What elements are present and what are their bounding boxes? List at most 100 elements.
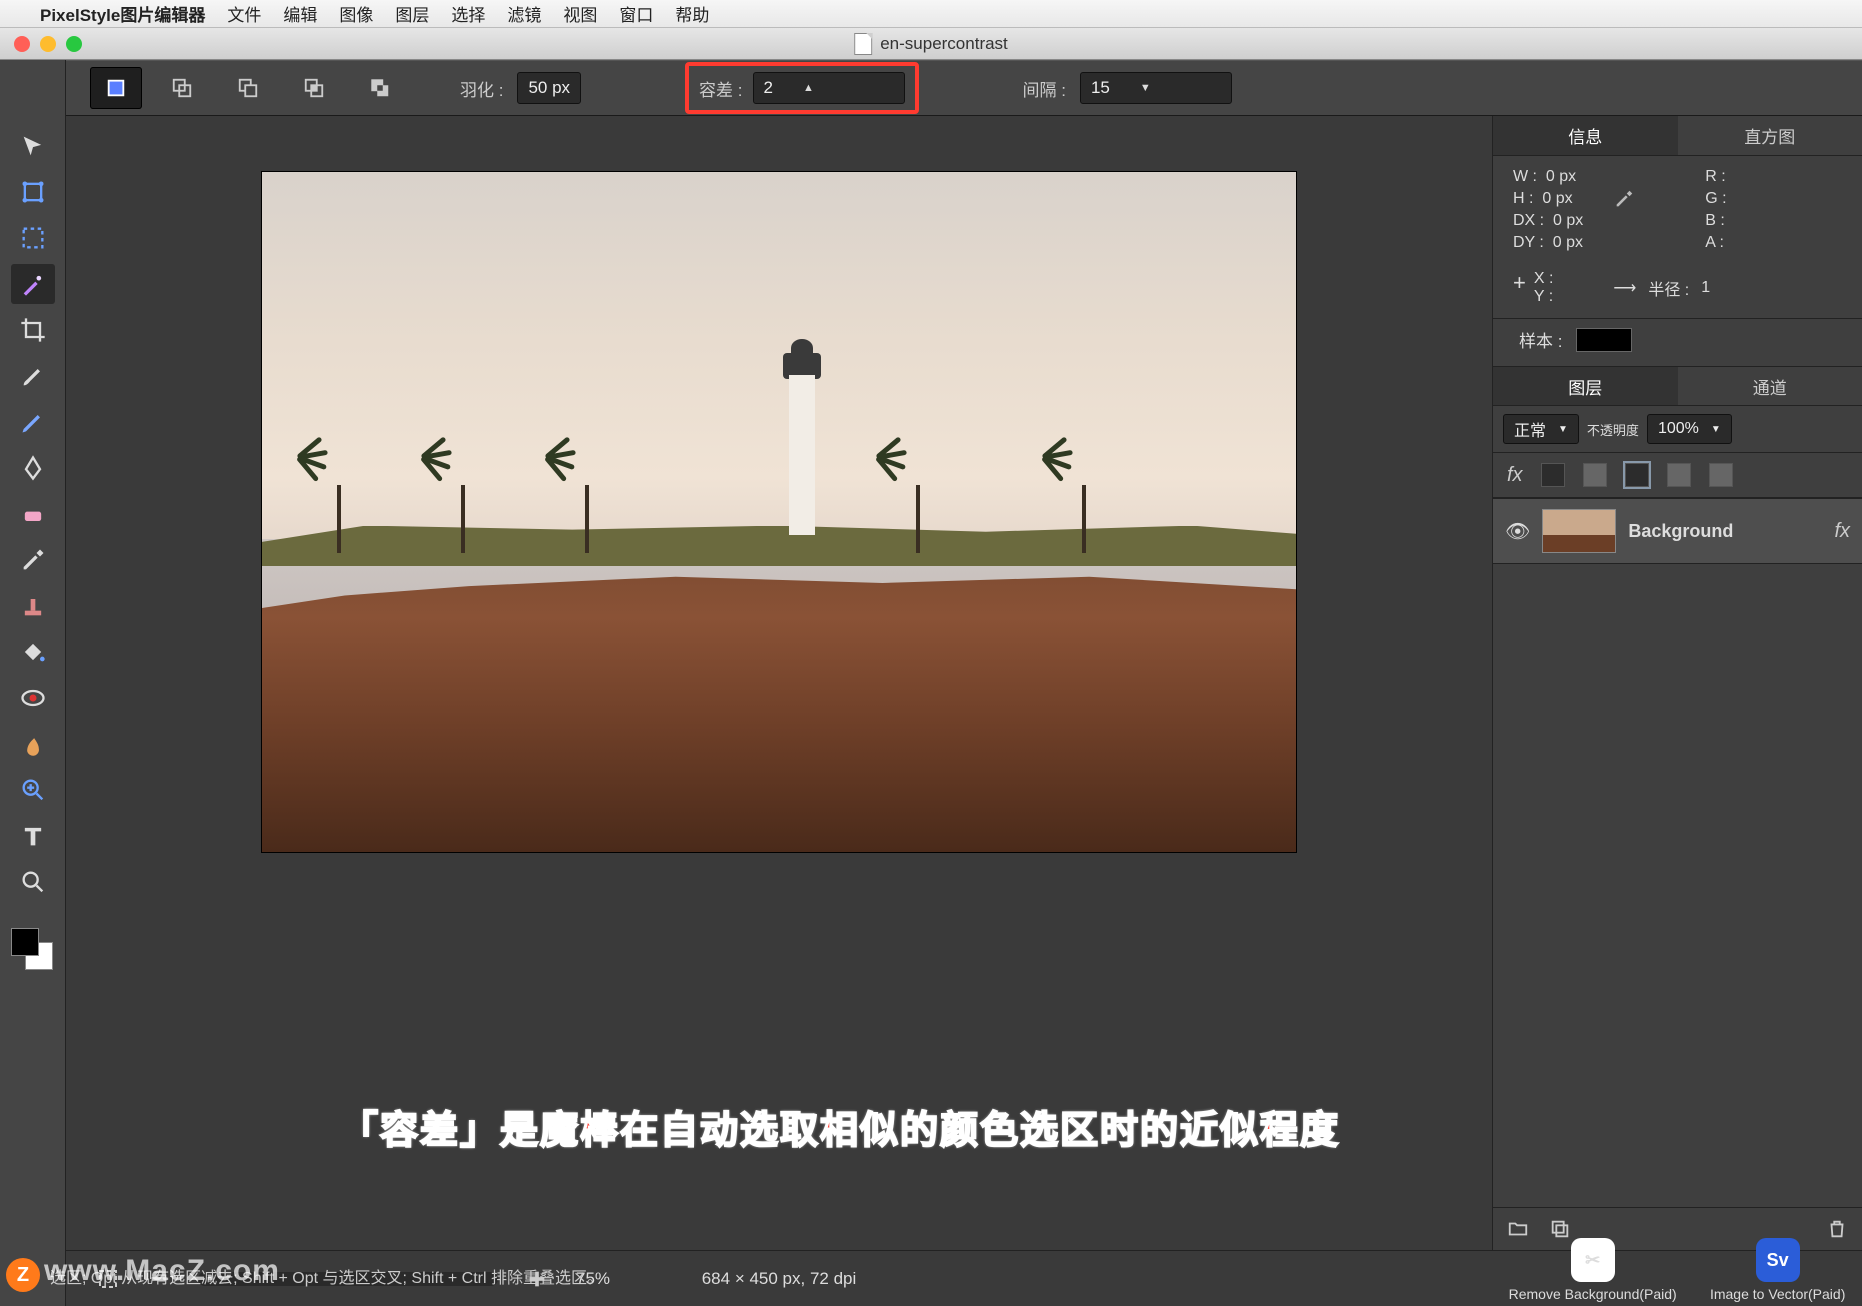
minimize-button[interactable] [40,36,56,52]
fx-icon[interactable]: fx [1507,464,1523,487]
zoom-out-tool[interactable] [11,862,55,902]
layer-fx-label[interactable]: fx [1834,520,1850,543]
stepper-down-icon[interactable]: ▼ [1140,82,1151,94]
selection-mode-add[interactable] [156,67,208,109]
feather-value: 50 px [528,78,570,98]
menubar[interactable]: PixelStyle图片编辑器 文件 编辑 图像 图层 选择 滤镜 视图 窗口 … [0,0,1862,28]
mask-slot-3[interactable] [1625,463,1649,487]
watermark-badge: Z [6,1258,40,1292]
mask-slot-4[interactable] [1667,463,1691,487]
window-titlebar: en-supercontrast [0,28,1862,60]
menu-image[interactable]: 图像 [339,1,373,26]
tool-palette [0,60,66,1306]
canvas-dimensions: 684 × 450 px, 72 dpi [702,1269,857,1289]
tolerance-highlight: 容差 : 2 ▲ [685,62,918,114]
smudge-tool[interactable] [11,724,55,764]
layer-fx-row: fx [1493,453,1862,498]
document-icon [854,33,872,55]
menu-select[interactable]: 选择 [451,1,485,26]
eyedropper-tool[interactable] [11,540,55,580]
feather-label: 羽化 : [460,76,503,101]
right-panels: 信息 直方图 W : 0 px H : 0 px DX : 0 px DY : … [1492,116,1862,1250]
menu-filter[interactable]: 滤镜 [507,1,541,26]
mask-slot-1[interactable] [1541,463,1565,487]
menu-layer[interactable]: 图层 [395,1,429,26]
transform-tool[interactable] [11,172,55,212]
radius-arrow-icon: ⟶ [1613,278,1636,298]
visibility-icon[interactable]: 👁 [1505,519,1530,544]
ext-remove-bg[interactable]: ✂︎ Remove Background(Paid) [1509,1238,1677,1302]
document-title: en-supercontrast [854,33,1008,55]
tolerance-label: 容差 : [699,76,742,101]
brush-tool[interactable] [11,356,55,396]
tab-info[interactable]: 信息 [1493,116,1678,155]
pencil-tool[interactable] [11,402,55,442]
blend-mode-select[interactable]: 正常▼ [1503,414,1579,444]
selection-mode-exclude[interactable] [354,67,406,109]
trash-icon[interactable] [1826,1218,1848,1240]
bucket-tool[interactable] [11,632,55,672]
opacity-input[interactable]: 100%▼ [1647,414,1732,444]
stepper-up-icon[interactable]: ▲ [803,82,814,94]
layer-thumbnail[interactable] [1542,509,1616,553]
scissors-icon: ✂︎ [1571,1238,1615,1282]
feather-input[interactable]: 50 px [517,72,581,104]
menu-help[interactable]: 帮助 [675,1,709,26]
tab-layers[interactable]: 图层 [1493,367,1678,405]
crop-tool[interactable] [11,310,55,350]
tab-histogram[interactable]: 直方图 [1678,116,1862,155]
text-tool[interactable] [11,816,55,856]
selection-mode-intersect[interactable] [288,67,340,109]
sample-swatch[interactable] [1576,328,1632,352]
tab-channels[interactable]: 通道 [1678,367,1862,405]
mask-slot-5[interactable] [1709,463,1733,487]
sv-icon: Sv [1756,1238,1800,1282]
move-tool[interactable] [11,126,55,166]
canvas-area: 「容差」是魔棒在自动选取相似的颜色选区时的近似程度 [66,116,1492,1250]
layer-name[interactable]: Background [1628,521,1733,542]
opacity-label: 不透明度 [1587,420,1639,439]
sample-label: 样本 : [1519,327,1562,352]
stamp-tool[interactable] [11,586,55,626]
info-tabs: 信息 直方图 [1493,116,1862,156]
redeye-tool[interactable] [11,678,55,718]
radius-label: 半径 : [1648,276,1689,300]
tolerance-input[interactable]: 2 ▲ [753,72,905,104]
close-button[interactable] [14,36,30,52]
plus-icon: + [1513,270,1526,306]
extensions-row: ✂︎ Remove Background(Paid) Sv Image to V… [1492,1250,1862,1306]
menu-window[interactable]: 窗口 [619,1,653,26]
watermark: www.MacZ.com [44,1254,280,1288]
gap-label: 间隔 : [1023,76,1066,101]
zoom-button[interactable] [66,36,82,52]
fg-color[interactable] [11,928,39,956]
app-name[interactable]: PixelStyle图片编辑器 [40,1,205,26]
options-bar: 羽化 : 50 px 容差 : 2 ▲ 间隔 : 15 ▼ [0,60,1862,116]
radius-value: 1 [1701,279,1710,297]
eyedropper-icon [1613,188,1635,210]
eraser-tool[interactable] [11,494,55,534]
color-swatches[interactable] [11,928,55,972]
marquee-tool[interactable] [11,218,55,258]
folder-icon[interactable] [1507,1218,1529,1240]
tolerance-value: 2 [764,78,773,98]
canvas[interactable] [262,172,1296,852]
selection-mode-subtract[interactable] [222,67,274,109]
document-name: en-supercontrast [880,34,1008,54]
gap-value: 15 [1091,78,1110,98]
duplicate-icon[interactable] [1549,1218,1571,1240]
selection-mode-new[interactable] [90,67,142,109]
annotation-text: 「容差」是魔棒在自动选取相似的颜色选区时的近似程度 [340,1099,1340,1154]
layer-item[interactable]: 👁 Background fx [1493,498,1862,564]
zoom-tool[interactable] [11,770,55,810]
gap-input[interactable]: 15 ▼ [1080,72,1232,104]
sample-row: 样本 : [1493,319,1862,366]
pen-tool[interactable] [11,448,55,488]
menu-edit[interactable]: 编辑 [283,1,317,26]
mask-slot-2[interactable] [1583,463,1607,487]
ext-vector[interactable]: Sv Image to Vector(Paid) [1710,1238,1845,1302]
menu-view[interactable]: 视图 [563,1,597,26]
magic-wand-tool[interactable] [11,264,55,304]
layer-options: 正常▼ 不透明度 100%▼ [1493,406,1862,453]
menu-file[interactable]: 文件 [227,1,261,26]
